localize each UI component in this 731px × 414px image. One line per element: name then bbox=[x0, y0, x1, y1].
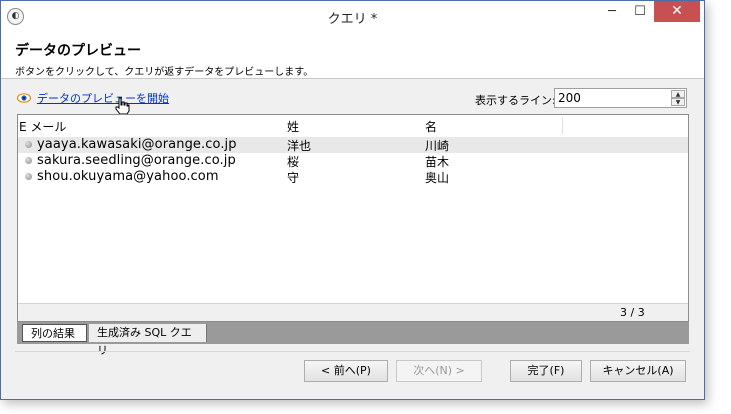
eye-icon bbox=[17, 93, 31, 103]
finish-button[interactable]: 完了(F) bbox=[510, 360, 582, 382]
table-header: E メール 姓 名 bbox=[18, 115, 688, 136]
minimize-button[interactable]: ─ bbox=[598, 1, 626, 22]
cell-first: 洋也 bbox=[287, 139, 312, 153]
cell-last: 奥山 bbox=[425, 171, 450, 185]
start-preview-link[interactable]: データのプレビューを開始 bbox=[37, 90, 169, 106]
tab-generated-sql[interactable]: 生成済み SQL クエリ bbox=[89, 324, 207, 357]
row-bullet-icon bbox=[25, 173, 32, 180]
preview-link-row[interactable]: データのプレビューを開始 bbox=[17, 90, 169, 106]
page-subtitle: ボタンをクリックして、クエリが返すデータをプレビューします。 bbox=[15, 67, 314, 78]
column-header-first[interactable]: 姓 bbox=[287, 118, 299, 135]
row-bullet-icon bbox=[25, 157, 32, 164]
title-bar[interactable]: ◐ クエリ * ─ ☐ ✕ bbox=[1, 1, 704, 32]
cancel-button[interactable]: キャンセル(A) bbox=[590, 360, 686, 382]
tab-column-results[interactable]: 列の結果 bbox=[22, 324, 87, 342]
query-window: ◐ クエリ * ─ ☐ ✕ データのプレビュー ボタンをクリックして、クエリが返… bbox=[0, 0, 705, 400]
divider bbox=[15, 351, 690, 352]
lines-value[interactable]: 200 bbox=[558, 91, 581, 105]
table-row[interactable]: sakura.seedling@orange.co.jp 桜 苗木 bbox=[18, 153, 688, 169]
table-status-bar: 3 / 3 bbox=[18, 303, 688, 321]
cell-first: 守 bbox=[287, 171, 300, 185]
column-header-last[interactable]: 名 bbox=[425, 118, 437, 135]
cell-email: shou.okuyama@yahoo.com bbox=[37, 169, 219, 184]
result-tab-bar: 列の結果 生成済み SQL クエリ bbox=[17, 322, 689, 357]
cell-last: 苗木 bbox=[425, 155, 450, 169]
close-button[interactable]: ✕ bbox=[654, 1, 700, 22]
cell-email: yaaya.kawasaki@orange.co.jp bbox=[37, 137, 237, 152]
hand-cursor-icon bbox=[115, 97, 130, 115]
spin-up-button[interactable]: ▲ bbox=[671, 90, 685, 98]
cell-last: 川崎 bbox=[425, 139, 450, 153]
column-divider bbox=[562, 117, 563, 134]
column-header-email[interactable]: E メール bbox=[19, 118, 66, 135]
next-button[interactable]: 次へ(N) > bbox=[396, 360, 482, 382]
lines-label: 表示するライン: bbox=[475, 94, 556, 107]
lines-spinner[interactable]: 200 ▲ ▼ bbox=[554, 88, 687, 108]
spin-down-button[interactable]: ▼ bbox=[671, 98, 685, 106]
maximize-button[interactable]: ☐ bbox=[626, 1, 654, 22]
back-button[interactable]: < 前へ(P) bbox=[304, 360, 388, 382]
row-bullet-icon bbox=[25, 141, 32, 148]
table-row[interactable]: shou.okuyama@yahoo.com 守 奥山 bbox=[18, 169, 688, 185]
page-header: データのプレビュー ボタンをクリックして、クエリが返すデータをプレビューします。 bbox=[1, 32, 704, 79]
cell-email: sakura.seedling@orange.co.jp bbox=[37, 153, 236, 168]
table-row[interactable]: yaaya.kawasaki@orange.co.jp 洋也 川崎 bbox=[18, 137, 688, 153]
row-count: 3 / 3 bbox=[620, 306, 645, 319]
cell-first: 桜 bbox=[287, 155, 300, 169]
page-title: データのプレビュー bbox=[15, 43, 141, 59]
preview-table[interactable]: E メール 姓 名 yaaya.kawasaki@orange.co.jp 洋也… bbox=[17, 114, 689, 322]
